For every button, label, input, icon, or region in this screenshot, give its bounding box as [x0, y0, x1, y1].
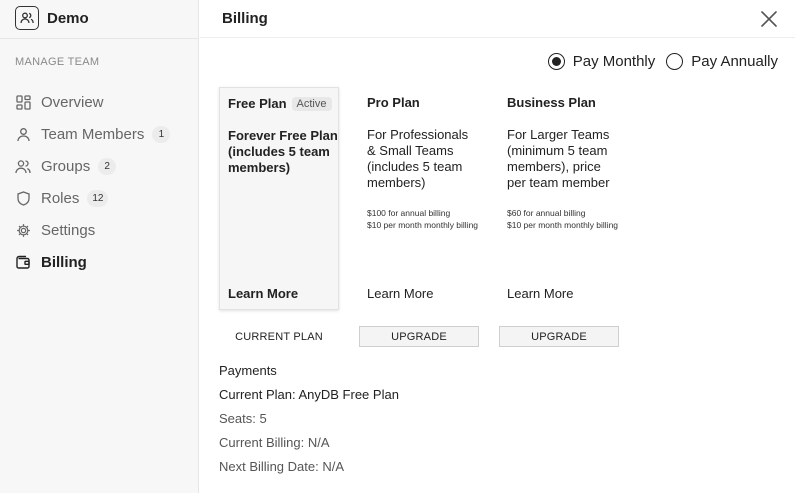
status-badge: Active [291, 96, 332, 111]
next-billing-date-text: Next Billing Date: N/A [219, 459, 344, 474]
sidebar-item-settings[interactable]: Settings [15, 214, 170, 246]
radio-unselected-icon [666, 53, 684, 70]
grid-icon [15, 94, 31, 110]
pay-monthly-radio[interactable]: Pay Monthly [547, 53, 656, 70]
plan-description: For Professionals & Small Teams (include… [367, 127, 469, 190]
upgrade-business-button[interactable]: UPGRADE [499, 326, 619, 347]
workspace-switcher[interactable]: Demo [15, 6, 89, 30]
plan-prices: $60 for annual billing $10 per month mon… [507, 207, 619, 231]
sidebar-item-roles[interactable]: Roles 12 [15, 182, 170, 214]
price-annual: $100 for annual billing [367, 208, 451, 218]
sidebar-item-label: Overview [41, 93, 104, 111]
plan-name: Business Plan [507, 95, 596, 110]
user-icon [15, 126, 31, 142]
sidebar-item-label: Roles [41, 189, 80, 207]
upgrade-pro-button[interactable]: UPGRADE [359, 326, 479, 347]
plan-card-pro: Pro Plan For Professionals & Small Teams… [359, 87, 479, 310]
count-badge: 2 [98, 157, 117, 175]
payments-title: Payments [219, 363, 277, 378]
pay-annually-radio[interactable]: Pay Annually [666, 53, 778, 70]
count-badge: 1 [152, 125, 171, 143]
learn-more-link[interactable]: Learn More [367, 286, 433, 301]
seats-text: Seats: 5 [219, 411, 267, 426]
plan-description: Forever Free Plan (includes 5 team membe… [228, 128, 338, 175]
billing-frequency-toggle: Pay Monthly Pay Annually [537, 53, 778, 70]
plan-card-business: Business Plan For Larger Teams (minimum … [499, 87, 619, 310]
learn-more-link[interactable]: Learn More [228, 286, 298, 301]
current-billing-text: Current Billing: N/A [219, 435, 330, 450]
sidebar-nav: Overview Team Members 1 Groups 2 Roles 1… [15, 86, 171, 278]
page-title: Billing [222, 10, 268, 27]
radio-label: Pay Monthly [572, 53, 656, 70]
team-logo-icon [15, 6, 39, 30]
learn-more-link[interactable]: Learn More [507, 286, 573, 301]
close-icon [761, 11, 777, 27]
sidebar-item-overview[interactable]: Overview [15, 86, 170, 118]
plan-card-free: Free Plan Active Forever Free Plan (incl… [219, 87, 339, 310]
sidebar-item-label: Settings [41, 221, 96, 239]
count-badge: 12 [87, 189, 109, 207]
radio-label: Pay Annually [691, 53, 778, 70]
page-header: Billing [200, 0, 795, 38]
plan-prices: $100 for annual billing $10 per month mo… [367, 207, 479, 231]
current-plan-label: CURRENT PLAN [235, 330, 323, 343]
section-label: MANAGE TEAM [15, 56, 100, 68]
current-plan-text: Current Plan: AnyDB Free Plan [219, 387, 399, 402]
workspace-name: Demo [47, 9, 89, 27]
plan-description: For Larger Teams (minimum 5 team members… [507, 127, 610, 190]
price-monthly: $10 per month monthly billing [367, 220, 479, 230]
payments-section: Payments Current Plan: AnyDB Free Plan S… [219, 363, 399, 475]
plan-name: Pro Plan [367, 95, 420, 110]
price-monthly: $10 per month monthly billing [507, 220, 619, 230]
sidebar: Demo MANAGE TEAM Overview Team Members 1 [0, 0, 199, 493]
gear-icon [15, 222, 31, 238]
close-button[interactable] [760, 10, 778, 28]
sidebar-item-label: Groups [41, 157, 91, 175]
sidebar-divider [0, 38, 199, 39]
plan-name: Free Plan [228, 96, 287, 111]
sidebar-item-label: Billing [41, 253, 87, 271]
wallet-icon [15, 254, 31, 270]
shield-icon [15, 190, 31, 206]
price-annual: $60 for annual billing [507, 208, 586, 218]
sidebar-item-label: Team Members [41, 125, 145, 143]
sidebar-item-billing[interactable]: Billing [15, 246, 170, 278]
radio-selected-icon [547, 53, 565, 70]
sidebar-item-groups[interactable]: Groups 2 [15, 150, 170, 182]
users-icon [15, 158, 31, 174]
sidebar-item-team-members[interactable]: Team Members 1 [15, 118, 171, 150]
